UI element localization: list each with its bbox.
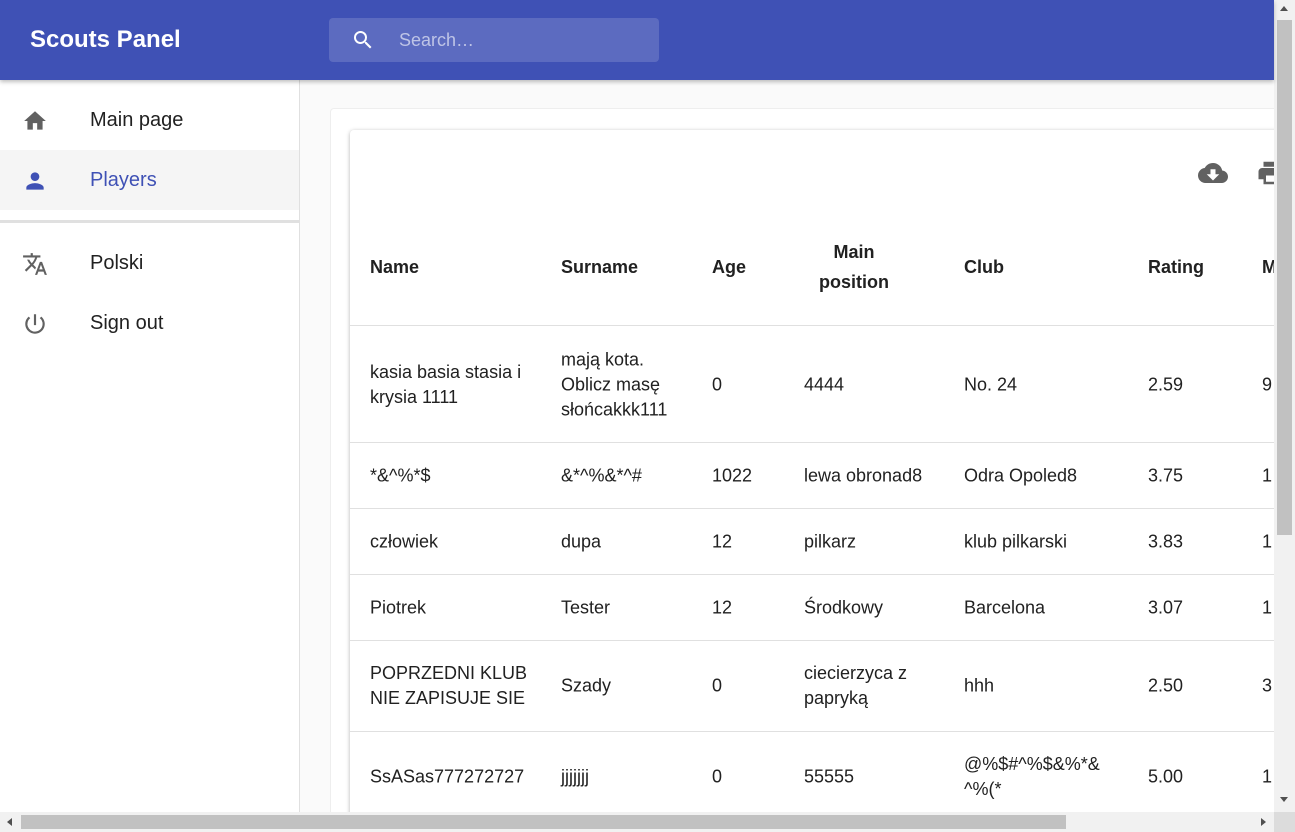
cell-partial: 1 bbox=[1262, 531, 1273, 551]
cell-main-position: ciecierzyca z papryką bbox=[804, 663, 908, 708]
sidebar-divider bbox=[0, 220, 299, 223]
players-table-card: Name Surname Age Main position Club Rati… bbox=[350, 130, 1274, 812]
cell-age: 1022 bbox=[712, 465, 753, 485]
sidebar-item-label: Polski bbox=[90, 252, 144, 274]
horizontal-scrollbar[interactable] bbox=[0, 812, 1274, 832]
cell-name: kasia basia stasia i krysia 1111 bbox=[370, 361, 522, 407]
table-row[interactable]: SsASas777272727 jjjjjjj 0 55555 @%$#^%$&… bbox=[350, 732, 1274, 812]
cloud-download-icon[interactable] bbox=[1198, 158, 1228, 188]
cell-club: Barcelona bbox=[964, 597, 1046, 617]
column-header-main-position[interactable]: Main position bbox=[804, 237, 904, 297]
cell-partial: 9 bbox=[1262, 374, 1273, 394]
sidebar-item-language[interactable]: Polski bbox=[0, 233, 299, 293]
sidebar: Main page Players Polski Sign out bbox=[0, 80, 300, 812]
power-icon bbox=[25, 314, 45, 334]
column-header-surname[interactable]: Surname bbox=[561, 252, 638, 282]
cell-rating: 3.83 bbox=[1148, 531, 1184, 551]
sidebar-item-players[interactable]: Players bbox=[0, 150, 299, 210]
sidebar-item-main-page[interactable]: Main page bbox=[0, 90, 299, 150]
cell-partial: 1 bbox=[1262, 766, 1273, 787]
search-box[interactable] bbox=[329, 18, 659, 62]
column-header-rating[interactable]: Rating bbox=[1148, 252, 1204, 282]
scroll-down-icon[interactable] bbox=[1280, 797, 1288, 802]
cell-partial: 1 bbox=[1262, 597, 1273, 617]
cell-age: 12 bbox=[712, 531, 733, 551]
table-row[interactable]: Piotrek Tester 12 Środkowy Barcelona 3.0… bbox=[350, 575, 1274, 641]
cell-name: Piotrek bbox=[370, 597, 427, 617]
sidebar-item-label: Main page bbox=[90, 109, 184, 131]
column-header-club[interactable]: Club bbox=[964, 252, 1004, 282]
cell-main-position: Środkowy bbox=[804, 597, 884, 617]
cell-main-position: lewa obronad8 bbox=[804, 465, 923, 485]
translate-icon bbox=[23, 253, 47, 275]
cell-name: człowiek bbox=[370, 531, 439, 551]
search-icon bbox=[354, 31, 372, 49]
scroll-right-icon[interactable] bbox=[1261, 818, 1266, 826]
cell-surname: dupa bbox=[561, 531, 602, 551]
table-header: Name Surname Age Main position Club Rati… bbox=[350, 228, 1274, 326]
cell-surname: jjjjjjj bbox=[561, 766, 589, 787]
cell-surname: &*^%&*^# bbox=[561, 465, 642, 485]
cell-rating: 5.00 bbox=[1148, 766, 1184, 787]
cell-name: SsASas777272727 bbox=[370, 766, 525, 787]
scrollbar-corner bbox=[1274, 812, 1295, 832]
column-header-age[interactable]: Age bbox=[712, 252, 746, 282]
column-header-partial[interactable]: M bbox=[1262, 252, 1274, 282]
vertical-scroll-thumb[interactable] bbox=[1277, 20, 1292, 535]
cell-age: 0 bbox=[712, 374, 723, 394]
app-title[interactable]: Scouts Panel bbox=[30, 26, 181, 54]
scroll-up-icon[interactable] bbox=[1280, 6, 1288, 11]
sidebar-item-label: Sign out bbox=[90, 312, 164, 334]
cell-partial: 3 bbox=[1262, 675, 1273, 696]
cell-club: @%$#^%$&%*&^%(* bbox=[964, 754, 1100, 799]
cell-rating: 3.75 bbox=[1148, 465, 1184, 485]
cell-club: hhh bbox=[964, 675, 995, 696]
cell-surname: Tester bbox=[561, 597, 611, 617]
vertical-scrollbar[interactable] bbox=[1274, 0, 1295, 812]
horizontal-scroll-thumb[interactable] bbox=[21, 815, 1066, 829]
table-row[interactable]: kasia basia stasia i krysia 1111 mają ko… bbox=[350, 327, 1274, 443]
cell-club: Odra Opoled8 bbox=[964, 465, 1078, 485]
person-icon bbox=[26, 172, 44, 190]
table-row[interactable]: POPRZEDNI KLUB NIE ZAPISUJE SIE Szady 0 … bbox=[350, 641, 1274, 732]
cell-surname: mają kota. Oblicz masę słońcakkk111 bbox=[561, 349, 668, 419]
cell-club: No. 24 bbox=[964, 374, 1018, 394]
cell-club: klub pilkarski bbox=[964, 531, 1068, 551]
search-input[interactable] bbox=[399, 18, 649, 62]
cell-age: 0 bbox=[712, 675, 723, 696]
cell-name: *&^%*$ bbox=[370, 465, 431, 485]
cell-main-position: 4444 bbox=[804, 374, 845, 394]
cell-surname: Szady bbox=[561, 675, 612, 696]
cell-age: 0 bbox=[712, 766, 723, 787]
table-row[interactable]: *&^%*$ &*^%&*^# 1022 lewa obronad8 Odra … bbox=[350, 443, 1274, 509]
cell-rating: 2.50 bbox=[1148, 675, 1184, 696]
scroll-left-icon[interactable] bbox=[7, 818, 12, 826]
cell-rating: 3.07 bbox=[1148, 597, 1184, 617]
cell-main-position: pilkarz bbox=[804, 531, 857, 551]
main-content: Name Surname Age Main position Club Rati… bbox=[300, 80, 1274, 812]
print-icon[interactable] bbox=[1256, 158, 1274, 188]
table-row[interactable]: człowiek dupa 12 pilkarz klub pilkarski … bbox=[350, 509, 1274, 575]
app-bar: Scouts Panel bbox=[0, 0, 1274, 80]
sidebar-item-sign-out[interactable]: Sign out bbox=[0, 293, 299, 353]
sidebar-item-label: Players bbox=[90, 169, 157, 191]
cell-partial: 1 bbox=[1262, 465, 1273, 485]
cell-age: 12 bbox=[712, 597, 733, 617]
cell-name: POPRZEDNI KLUB NIE ZAPISUJE SIE bbox=[370, 663, 528, 708]
column-header-name[interactable]: Name bbox=[370, 252, 419, 282]
cell-main-position: 55555 bbox=[804, 766, 855, 787]
home-icon bbox=[24, 111, 46, 130]
cell-rating: 2.59 bbox=[1148, 374, 1184, 394]
